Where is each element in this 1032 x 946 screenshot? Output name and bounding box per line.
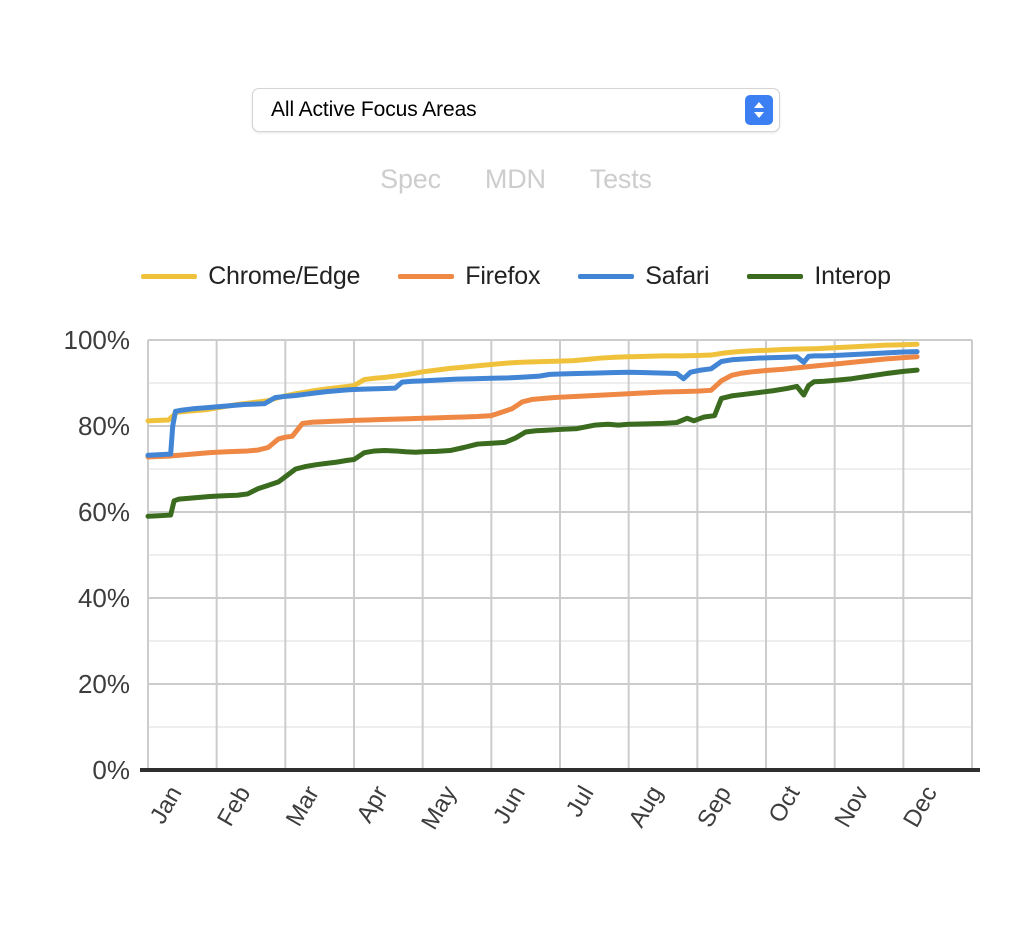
y-tick-label: 0% [92,755,130,785]
x-tick-label: Aug [623,782,668,832]
legend-label: Firefox [465,262,541,290]
interop-dashboard-page: All Active Focus Areas Spec MDN Tests Ch… [0,0,1032,946]
x-axis-ticks: Jan Feb Mar Apr May Jun Jul Aug Sep Oct Nov Dec [145,781,943,834]
chart-container: 0% 20% 40% 60% 80% 100% Jan Feb Mar Apr May Jun Jul A… [0,310,1032,870]
legend-swatch-icon [141,274,198,279]
series-line-firefox [145,354,920,460]
y-tick-label: 60% [78,497,130,527]
doc-link-tests[interactable]: Tests [590,164,652,195]
interop-line-chart: 0% 20% 40% 60% 80% 100% Jan Feb Mar Apr May Jun Jul A… [64,325,980,834]
chart-series-group [145,341,920,519]
chart-legend: Chrome/Edge Firefox Safari Interop [0,262,1032,291]
y-tick-label: 100% [64,325,131,355]
legend-swatch-icon [747,274,804,279]
series-line-interop [145,367,920,519]
legend-item-chrome-edge[interactable]: Chrome/Edge [141,262,360,291]
doc-link-mdn[interactable]: MDN [485,164,546,195]
legend-label: Safari [645,262,710,290]
focus-area-select-row: All Active Focus Areas [0,88,1032,132]
stepper-updown-icon[interactable] [745,95,773,125]
x-tick-label: Sep [692,782,737,832]
focus-area-select-value: All Active Focus Areas [271,98,477,121]
y-axis-ticks: 0% 20% 40% 60% 80% 100% [64,325,131,785]
x-tick-label: Apr [351,782,393,828]
legend-swatch-icon [398,274,455,279]
y-tick-label: 20% [78,669,130,699]
legend-swatch-icon [578,274,635,279]
y-tick-label: 40% [78,583,130,613]
legend-item-safari[interactable]: Safari [578,262,710,291]
x-tick-label: Mar [281,782,325,831]
x-tick-label: May [416,782,462,835]
x-tick-label: Jun [488,782,531,829]
x-tick-label: Oct [763,781,805,827]
legend-item-firefox[interactable]: Firefox [398,262,540,291]
legend-label: Interop [814,262,891,290]
y-tick-label: 80% [78,411,130,441]
legend-label: Chrome/Edge [208,262,361,290]
doc-link-spec[interactable]: Spec [380,164,441,195]
chart-gridlines [147,339,973,770]
focus-area-select[interactable]: All Active Focus Areas [252,88,780,132]
legend-item-interop[interactable]: Interop [747,262,891,291]
x-tick-label: Dec [898,782,943,832]
x-tick-label: Nov [829,782,874,832]
x-tick-label: Jul [561,782,600,822]
x-tick-label: Feb [212,782,256,831]
x-tick-label: Jan [145,782,188,829]
doc-links-row: Spec MDN Tests [0,164,1032,195]
